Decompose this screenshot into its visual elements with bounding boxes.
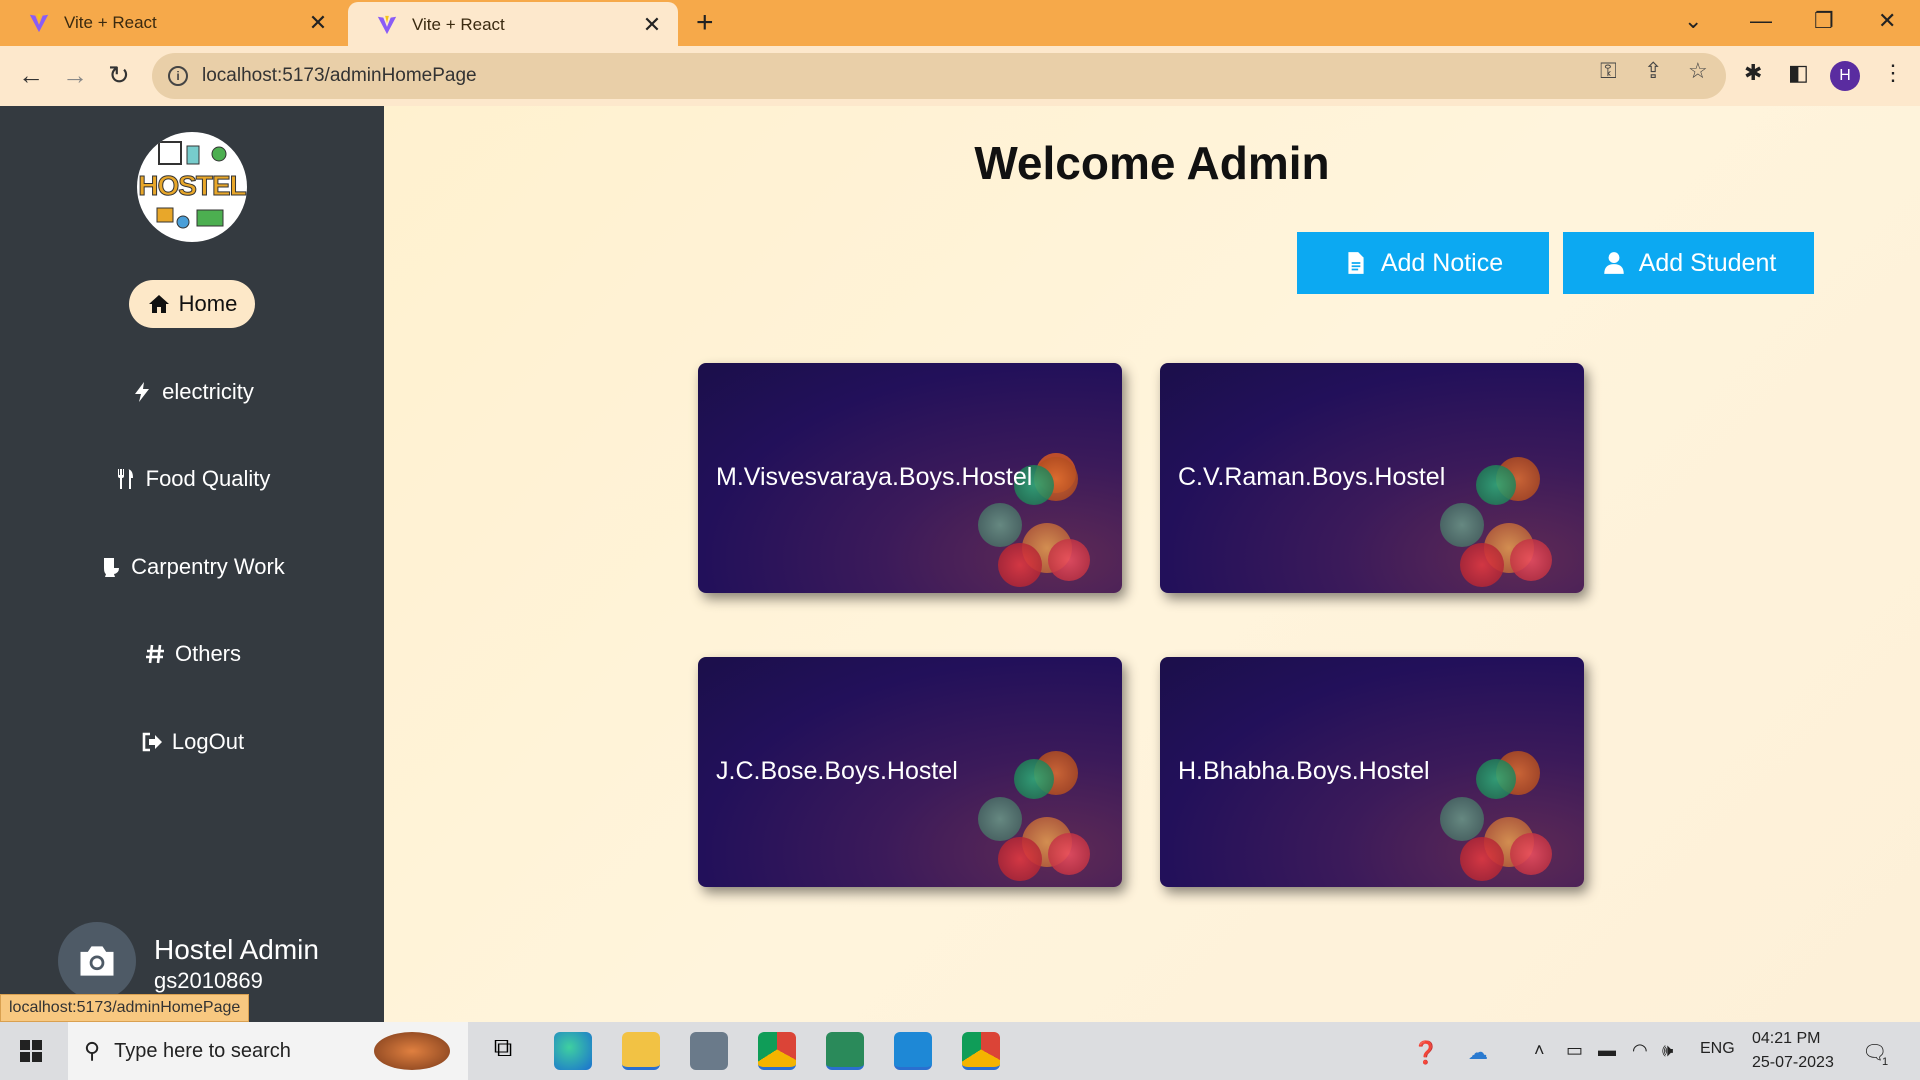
close-tab-icon[interactable]: ✕ [640,12,664,38]
add-notice-button[interactable]: Add Notice [1297,232,1549,294]
sidebar-item-electricity[interactable]: electricity [0,368,384,416]
page: HOSTEL Home electricity Food Quality Car… [0,106,1920,1022]
home-icon [148,295,169,313]
vite-icon [29,13,49,33]
bookmark-star-icon[interactable]: ☆ [1688,58,1708,84]
moth-icon [374,1032,450,1070]
vscode-icon[interactable] [894,1032,932,1070]
tab-title: Vite + React [412,15,505,34]
file-explorer-icon[interactable] [622,1032,660,1070]
page-title: Welcome Admin [974,137,1330,189]
sidebar-item-label: Others [174,641,242,666]
tab-search-icon[interactable]: ⌄ [1684,8,1702,34]
minimize-button[interactable]: — [1750,8,1772,34]
browser-tab-2[interactable]: Vite + React ✕ [348,2,678,48]
toilet-icon [104,558,120,577]
windows-start-icon[interactable] [20,1040,42,1062]
share-icon[interactable]: ⇪ [1644,58,1662,84]
clock-date[interactable]: 25-07-2023 [1752,1054,1834,1072]
browser-toolbar: ← → ↻ i localhost:5173/adminHomePage ⚿ ⇪… [0,46,1920,106]
side-panel-icon[interactable]: ◧ [1788,60,1809,86]
user-icon [1603,252,1624,274]
site-info-icon[interactable]: i [168,66,188,86]
sidebar-item-others[interactable]: Others [0,630,384,678]
sidebar-item-label: Food Quality [145,466,271,491]
search-placeholder: Type here to search [114,1039,291,1062]
wifi-icon[interactable]: ◠ [1632,1040,1648,1061]
sidebar-item-label: LogOut [171,729,245,754]
add-notice-label: Add Notice [1380,248,1504,277]
hostel-card[interactable]: J.C.Bose.Boys.Hostel [698,657,1122,887]
weather-icon[interactable]: ☁ [1468,1040,1488,1065]
tab-title: Vite + React [64,13,157,32]
camera-app-icon[interactable] [690,1032,728,1070]
menu-dots-icon[interactable]: ⋮ [1882,60,1904,86]
key-icon[interactable]: ⚿ [1600,58,1617,84]
sidebar: HOSTEL Home electricity Food Quality Car… [0,106,384,1022]
reload-icon[interactable]: ↻ [108,60,130,91]
sidebar-item-label: Home [178,291,238,316]
clock-time[interactable]: 04:21 PM [1752,1030,1820,1048]
admin-avatar[interactable] [58,922,136,1000]
admin-id: gs2010869 [154,968,263,993]
logo-text: HOSTEL [138,170,247,202]
sidebar-item-carpentry-work[interactable]: Carpentry Work [0,543,384,591]
forward-arrow-icon[interactable]: → [62,60,88,91]
logout-icon [142,732,162,752]
task-view-icon[interactable]: ⧉ [484,1032,522,1070]
hostel-card[interactable]: M.Visvesvaraya.Boys.Hostel [698,363,1122,593]
admin-profile: Hostel Admin gs2010869 [58,922,319,1000]
vite-icon [377,15,397,35]
back-arrow-icon[interactable]: ← [18,60,44,91]
restore-button[interactable]: ❐ [1814,8,1834,34]
hostel-name: M.Visvesvaraya.Boys.Hostel [716,463,1033,491]
add-student-button[interactable]: Add Student [1563,232,1814,294]
add-student-label: Add Student [1638,248,1777,277]
hostel-card[interactable]: H.Bhabha.Boys.Hostel [1160,657,1584,887]
close-tab-icon[interactable]: ✕ [306,10,330,36]
volume-icon[interactable]: 🕪 [1662,1040,1673,1061]
close-window-button[interactable]: ✕ [1878,8,1896,34]
edge-icon[interactable] [554,1032,592,1070]
hostel-logo: HOSTEL [137,132,247,242]
sidebar-item-label: Carpentry Work [131,554,285,579]
camera-icon [80,946,114,976]
taskbar: ⚲ Type here to search ⧉ ❓ ☁ ˄ ▭ ▬ ◠ 🕪 EN… [0,1022,1920,1080]
hostel-name: C.V.Raman.Boys.Hostel [1178,463,1446,491]
monitor-icon[interactable]: ▭ [1566,1040,1583,1061]
hostel-card[interactable]: C.V.Raman.Boys.Hostel [1160,363,1584,593]
hostel-name: H.Bhabha.Boys.Hostel [1178,757,1430,785]
chrome-profile-icon[interactable] [826,1032,864,1070]
sidebar-item-home[interactable]: Home [0,280,384,328]
url-text[interactable]: localhost:5173/adminHomePage [202,65,477,87]
sidebar-item-food-quality[interactable]: Food Quality [0,455,384,503]
extensions-icon[interactable]: ✱ [1744,60,1762,86]
new-tab-button[interactable]: + [696,8,714,38]
sidebar-item-label: electricity [162,379,254,404]
notification-count: 1 [1882,1056,1889,1068]
battery-icon[interactable]: ▬ [1598,1040,1616,1061]
search-icon: ⚲ [84,1038,101,1063]
help-icon[interactable]: ❓ [1412,1040,1439,1066]
main-content: Welcome Admin Add Notice Add Student M.V… [384,106,1920,1022]
chrome-icon[interactable] [758,1032,796,1070]
address-bar[interactable]: i localhost:5173/adminHomePage [152,53,1726,99]
browser-tab-1[interactable]: Vite + React ✕ [0,0,344,46]
chevron-up-icon[interactable]: ˄ [1534,1040,1545,1061]
bolt-icon [135,382,150,402]
tab-strip: Vite + React ✕ Vite + React ✕ + ⌄ — ❐ ✕ [0,0,1920,48]
utensils-icon [117,469,133,489]
taskbar-search[interactable]: ⚲ Type here to search [68,1022,468,1080]
document-icon [1348,252,1364,274]
profile-avatar[interactable]: H [1830,61,1860,91]
sidebar-item-logout[interactable]: LogOut [0,718,384,766]
language-indicator[interactable]: ENG [1700,1040,1735,1058]
admin-name: Hostel Admin [154,934,319,965]
hash-icon [145,644,164,664]
chrome-active-icon[interactable] [962,1032,1000,1070]
link-status-url: localhost:5173/adminHomePage [0,994,250,1022]
hostel-name: J.C.Bose.Boys.Hostel [716,757,958,785]
